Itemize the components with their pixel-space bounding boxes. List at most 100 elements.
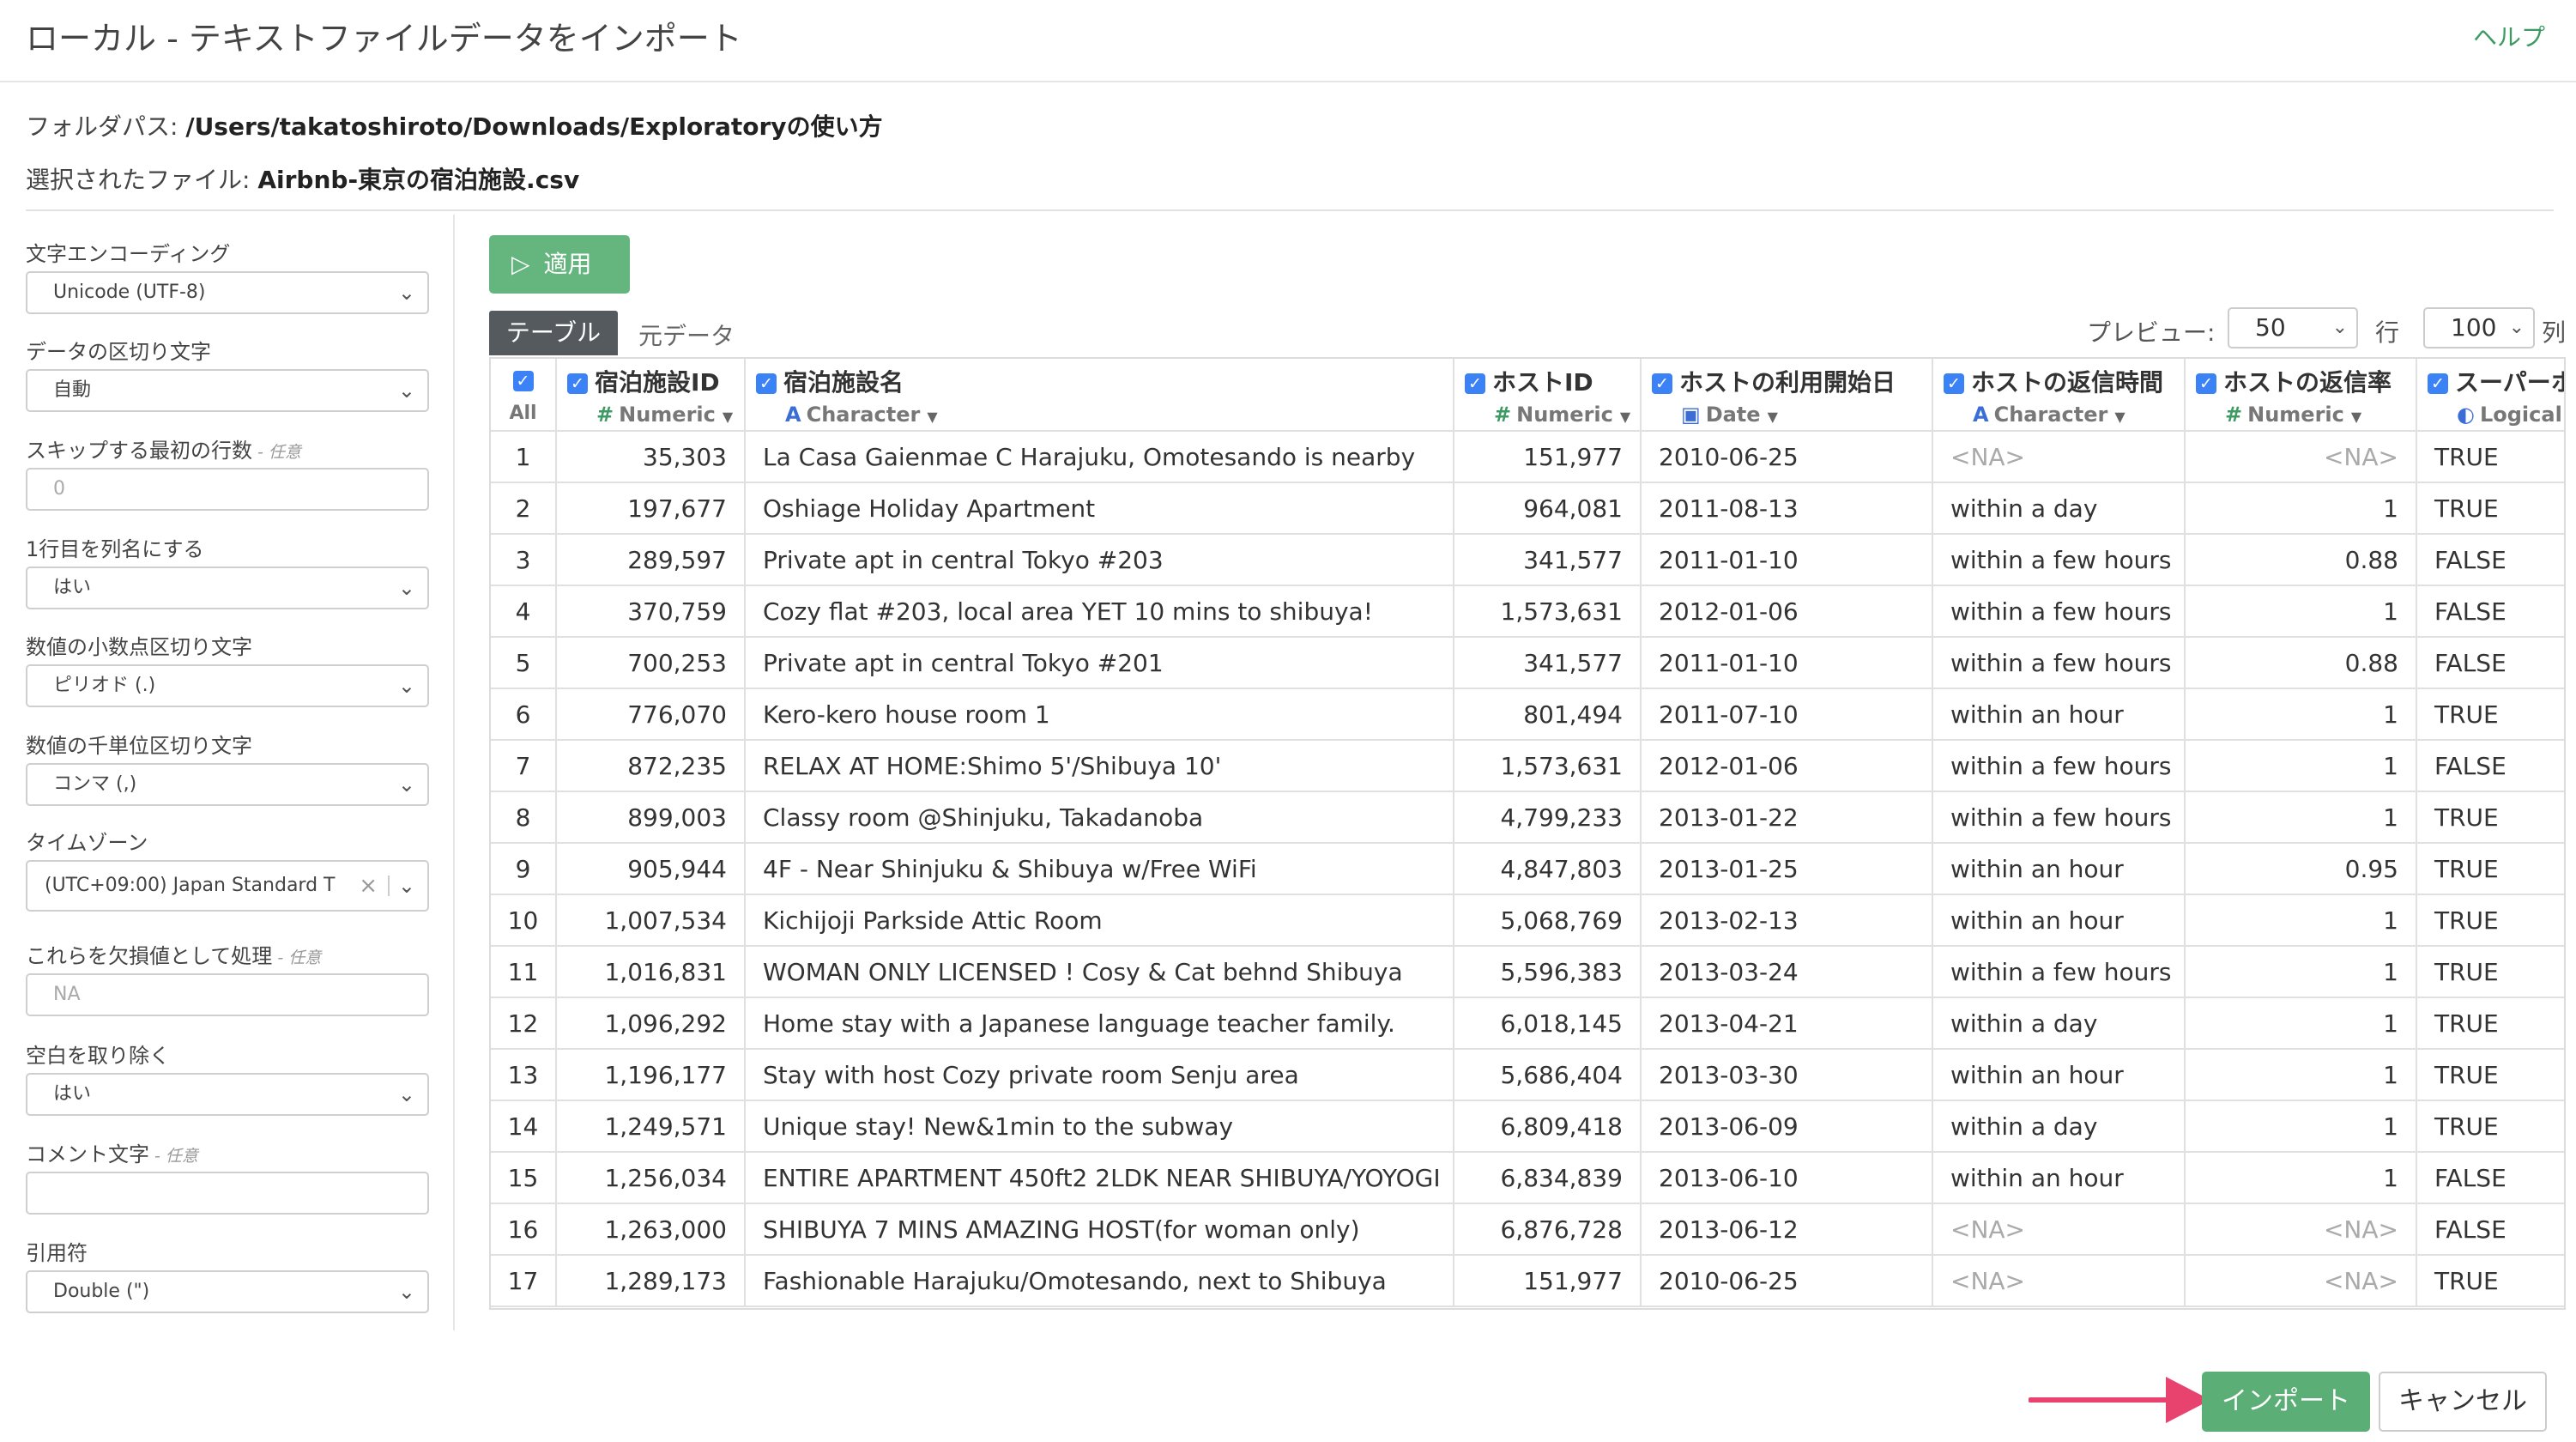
table-row: 5 700,253 Private apt in central Tokyo #20… bbox=[491, 637, 2564, 689]
comment-input[interactable] bbox=[26, 1172, 429, 1215]
column-type-select[interactable]: A Character ▼ bbox=[1944, 400, 2177, 429]
trim-label: 空白を取り除く bbox=[26, 1044, 170, 1068]
column-header: ✓ 宿泊施設名 A Character ▼ bbox=[745, 359, 1454, 432]
optional-tag: - 任意 bbox=[272, 948, 322, 967]
table-cell: TRUE bbox=[2416, 843, 2564, 895]
select-all-checkbox[interactable]: ✓ bbox=[512, 371, 534, 391]
table-cell: FALSE bbox=[2416, 1152, 2564, 1204]
table-cell: 2013-06-12 bbox=[1641, 1203, 1933, 1256]
table-cell: within a few hours bbox=[1932, 946, 2186, 998]
delimiter-select[interactable]: 自動 ⌄ bbox=[26, 369, 429, 412]
preview-cols-select[interactable]: 100 ⌄ bbox=[2423, 307, 2535, 348]
panel-divider bbox=[453, 215, 455, 1330]
table-cell: 2013-06-09 bbox=[1641, 1100, 1933, 1153]
thousands-field: 数値の千単位区切り文字 コンマ (,) ⌄ bbox=[26, 729, 429, 806]
trim-select[interactable]: はい ⌄ bbox=[26, 1073, 429, 1116]
column-type-select[interactable]: # Numeric ▼ bbox=[2196, 400, 2409, 429]
quote-select[interactable]: Double (") ⌄ bbox=[26, 1270, 429, 1313]
table-cell: <NA> bbox=[2185, 1203, 2417, 1256]
table-cell: 2011-07-10 bbox=[1641, 688, 1933, 741]
table-cell: 6,876,728 bbox=[1454, 1203, 1642, 1256]
row-number: 6 bbox=[491, 688, 557, 741]
table-cell: 5,596,383 bbox=[1454, 946, 1642, 998]
skip-rows-input[interactable]: 0 bbox=[26, 468, 429, 511]
encoding-value: Unicode (UTF-8) bbox=[53, 282, 206, 303]
column-checkbox[interactable]: ✓ bbox=[2196, 373, 2216, 394]
table-cell: 1 bbox=[2185, 585, 2417, 638]
table-cell: FALSE bbox=[2416, 637, 2564, 689]
encoding-select[interactable]: Unicode (UTF-8) ⌄ bbox=[26, 271, 429, 314]
calendar-icon: ▣ bbox=[1681, 403, 1701, 427]
chevron-down-icon: ⌄ bbox=[397, 1082, 415, 1106]
import-button[interactable]: インポート bbox=[2202, 1372, 2370, 1432]
table-cell: within a few hours bbox=[1932, 585, 2186, 638]
column-checkbox[interactable]: ✓ bbox=[756, 373, 777, 394]
table-cell: 370,759 bbox=[556, 585, 746, 638]
column-type-select[interactable]: ▣ Date ▼ bbox=[1652, 400, 1925, 429]
row-number: 5 bbox=[491, 637, 557, 689]
table-cell: 341,577 bbox=[1454, 637, 1642, 689]
row-number: 4 bbox=[491, 585, 557, 638]
thousands-label: 数値の千単位区切り文字 bbox=[26, 734, 252, 758]
column-checkbox[interactable]: ✓ bbox=[567, 373, 588, 394]
quote-label: 引用符 bbox=[26, 1241, 88, 1265]
table-cell: 2011-01-10 bbox=[1641, 637, 1933, 689]
column-checkbox[interactable]: ✓ bbox=[2428, 373, 2448, 394]
table-cell: 151,977 bbox=[1454, 431, 1642, 483]
column-type-select[interactable]: # Numeric ▼ bbox=[1465, 400, 1633, 429]
table-row: 2 197,677 Oshiage Holiday Apartment 964,081… bbox=[491, 482, 2564, 535]
apply-button[interactable]: ▷ 適用 bbox=[489, 235, 630, 294]
tab-table[interactable]: テーブル bbox=[489, 311, 618, 355]
na-values-input[interactable]: NA bbox=[26, 973, 429, 1016]
table-cell: 6,834,839 bbox=[1454, 1152, 1642, 1204]
tab-raw-data[interactable]: 元データ bbox=[638, 318, 735, 352]
table-cell: 2012-01-06 bbox=[1641, 585, 1933, 638]
decimal-value: ピリオド (.) bbox=[53, 675, 156, 696]
column-checkbox[interactable]: ✓ bbox=[1465, 373, 1485, 394]
table-cell: <NA> bbox=[2185, 431, 2417, 483]
column-checkbox[interactable]: ✓ bbox=[1944, 373, 1964, 394]
preview-label: プレビュー: bbox=[2087, 318, 2216, 347]
table-cell: <NA> bbox=[1932, 431, 2186, 483]
table-row: 9 905,944 4F - Near Shinjuku & Shibuya w/F… bbox=[491, 843, 2564, 895]
table-cell: 1,096,292 bbox=[556, 997, 746, 1050]
quote-value: Double (") bbox=[53, 1281, 150, 1302]
table-cell: 2013-04-21 bbox=[1641, 997, 1933, 1050]
column-type-select[interactable]: ◐Logical▼ bbox=[2428, 400, 2564, 429]
trim-value: はい bbox=[53, 1083, 92, 1105]
column-type-select[interactable]: # Numeric ▼ bbox=[567, 400, 737, 429]
header-row-select[interactable]: はい ⌄ bbox=[26, 566, 429, 609]
table-cell: 2011-08-13 bbox=[1641, 482, 1933, 535]
table-row: 15 1,256,034 ENTIRE APARTMENT 450ft2 2LDK … bbox=[491, 1152, 2564, 1204]
table-cell: TRUE bbox=[2416, 688, 2564, 741]
column-header: ✓ ホストID # Numeric ▼ bbox=[1454, 359, 1642, 432]
table-cell: within a day bbox=[1932, 482, 2186, 535]
help-link[interactable]: ヘルプ bbox=[2473, 19, 2545, 53]
selected-file: 選択されたファイル: Airbnb-東京の宿泊施設.csv bbox=[26, 161, 579, 196]
chevron-down-icon: ⌄ bbox=[2331, 317, 2348, 338]
timezone-select[interactable]: (UTC+09:00) Japan Standard T × ⌄ bbox=[26, 860, 429, 912]
decimal-select[interactable]: ピリオド (.) ⌄ bbox=[26, 664, 429, 707]
table-cell: 0.88 bbox=[2185, 534, 2417, 586]
table-cell: <NA> bbox=[1932, 1255, 2186, 1307]
table-cell: within a few hours bbox=[1932, 740, 2186, 792]
table-row: 13 1,196,177 Stay with host Cozy private r… bbox=[491, 1049, 2564, 1101]
column-type-select[interactable]: A Character ▼ bbox=[756, 400, 1446, 429]
table-cell: FALSE bbox=[2416, 740, 2564, 792]
preview-rows-select[interactable]: 50 ⌄ bbox=[2228, 307, 2358, 348]
all-label: All bbox=[509, 403, 537, 424]
table-cell: Kichijoji Parkside Attic Room bbox=[745, 894, 1454, 947]
table-cell: 1 bbox=[2185, 791, 2417, 844]
skip-rows-field: スキップする最初の行数 - 任意 0 bbox=[26, 433, 429, 511]
column-checkbox[interactable]: ✓ bbox=[1652, 373, 1672, 394]
table-row: 12 1,096,292 Home stay with a Japanese lan… bbox=[491, 997, 2564, 1050]
table-cell: 905,944 bbox=[556, 843, 746, 895]
table-cell: 1,573,631 bbox=[1454, 740, 1642, 792]
table-cell: TRUE bbox=[2416, 1100, 2564, 1153]
cancel-button[interactable]: キャンセル bbox=[2379, 1372, 2547, 1432]
clear-icon[interactable]: × bbox=[359, 862, 378, 910]
encoding-label: 文字エンコーディング bbox=[26, 242, 231, 266]
thousands-select[interactable]: コンマ (,) ⌄ bbox=[26, 763, 429, 806]
table-cell: 964,081 bbox=[1454, 482, 1642, 535]
table-cell: 1,196,177 bbox=[556, 1049, 746, 1101]
